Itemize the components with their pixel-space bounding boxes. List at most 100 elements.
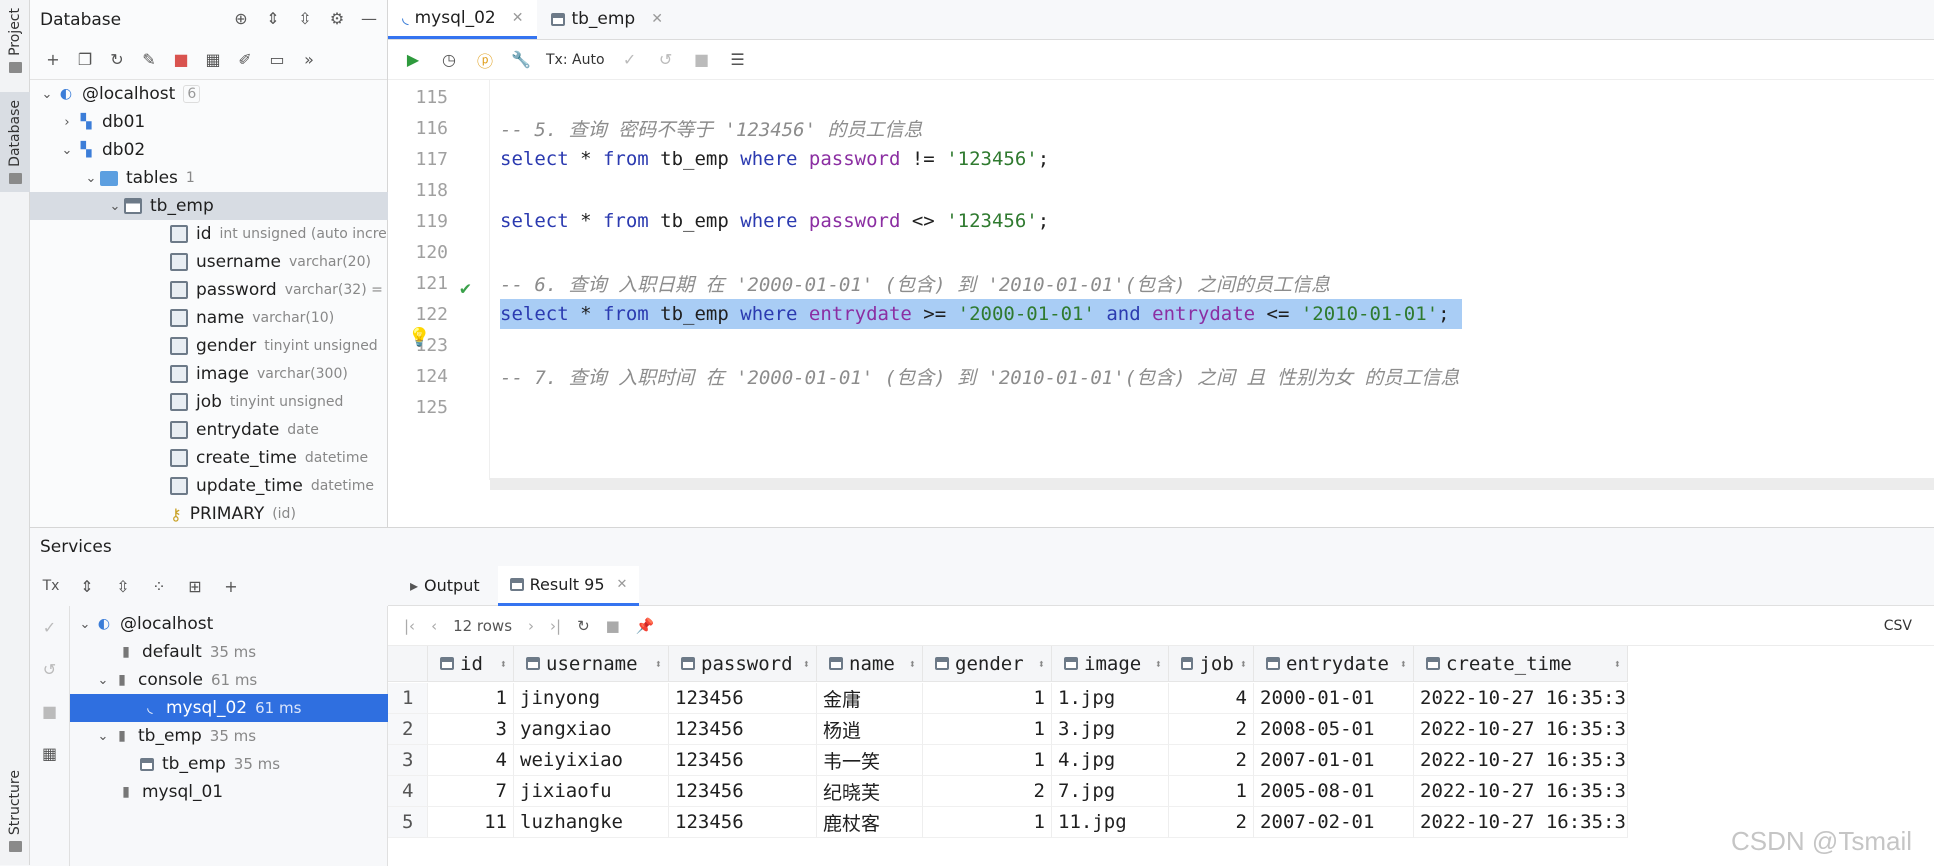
collapse-all-icon[interactable]: ⇳ <box>112 575 134 597</box>
cell-entrydate[interactable]: 2000-01-01 <box>1254 683 1414 714</box>
column-header-password[interactable]: password ⬍ <box>669 646 817 682</box>
cell-job[interactable]: 1 <box>1169 776 1254 807</box>
cell-create_time[interactable]: 2022-10-27 16:35:33 <box>1414 776 1628 807</box>
chevron-down-icon[interactable]: ⌄ <box>58 143 76 158</box>
sort-icon[interactable]: ⬍ <box>1614 657 1621 671</box>
cell-job[interactable]: 4 <box>1169 683 1254 714</box>
svc-console[interactable]: ⌄ ▮ console 61 ms <box>94 666 258 694</box>
cell-password[interactable]: 123456 <box>669 776 817 807</box>
cell-password[interactable]: 123456 <box>669 714 817 745</box>
close-icon[interactable]: ✕ <box>512 10 524 26</box>
rows-count-dropdown[interactable]: 12 rows <box>453 617 512 635</box>
history-icon[interactable]: ◷ <box>438 49 460 71</box>
cell-id[interactable]: 7 <box>428 776 514 807</box>
code-line[interactable]: -- 6. 查询 入职日期 在 '2000-01-01' (包含) 到 '201… <box>500 268 1330 298</box>
cell-id[interactable]: 4 <box>428 745 514 776</box>
stop-icon[interactable]: ■ <box>606 617 620 635</box>
row-number[interactable]: 5 <box>388 807 428 838</box>
cell-name[interactable]: 杨逍 <box>817 714 923 745</box>
code-line[interactable]: select * from tb_emp where password <> '… <box>500 206 1049 236</box>
expand-all-icon[interactable]: ⇕ <box>263 8 283 28</box>
sort-icon[interactable]: ⬍ <box>655 657 662 671</box>
collapse-all-icon[interactable]: ⇳ <box>295 8 315 28</box>
svc-mysql-01[interactable]: ▮ mysql_01 <box>116 778 223 806</box>
sort-icon[interactable]: ⬍ <box>1038 657 1045 671</box>
cell-entrydate[interactable]: 2008-05-01 <box>1254 714 1414 745</box>
cell-username[interactable]: jinyong <box>514 683 669 714</box>
close-icon[interactable]: ✕ <box>651 11 663 27</box>
cell-gender[interactable]: 1 <box>923 714 1052 745</box>
pin-icon[interactable]: 📌 <box>636 617 655 635</box>
add-icon[interactable]: + <box>220 575 242 597</box>
cell-entrydate[interactable]: 2007-01-01 <box>1254 745 1414 776</box>
tx-icon[interactable]: Tx <box>40 575 62 597</box>
svc-tb-emp[interactable]: ⌄ ▮ tb_emp 35 ms <box>94 722 257 750</box>
cell-image[interactable]: 7.jpg <box>1052 776 1169 807</box>
cell-image[interactable]: 3.jpg <box>1052 714 1169 745</box>
copy-icon[interactable]: ❐ <box>74 49 96 71</box>
column-header-entrydate[interactable]: entrydate ⬍ <box>1254 646 1414 682</box>
bulb-icon[interactable]: 💡 <box>408 327 430 348</box>
sort-icon[interactable]: ⬍ <box>909 657 916 671</box>
cell-password[interactable]: 123456 <box>669 683 817 714</box>
cell-gender[interactable]: 1 <box>923 745 1052 776</box>
cell-name[interactable]: 鹿杖客 <box>817 807 923 838</box>
column-header-id[interactable]: id ⬍ <box>428 646 514 682</box>
cell-gender[interactable]: 1 <box>923 807 1052 838</box>
cell-job[interactable]: 2 <box>1169 745 1254 776</box>
tree-column-create_time[interactable]: create_time datetime <box>170 444 368 472</box>
svc-mysql-02[interactable]: ◟ mysql_02 61 ms <box>70 694 388 722</box>
properties-icon[interactable]: ✎ <box>138 49 160 71</box>
chevron-down-icon[interactable]: ⌄ <box>94 729 112 744</box>
tree-column-gender[interactable]: gender tinyint unsigned <box>170 332 378 360</box>
tree-column-image[interactable]: image varchar(300) <box>170 360 348 388</box>
first-page-icon[interactable]: |‹ <box>404 617 415 635</box>
close-icon[interactable]: ✕ <box>617 577 628 592</box>
tab-result-95[interactable]: Result 95 ✕ <box>497 565 640 606</box>
database-tool-tab[interactable]: Database <box>0 92 30 192</box>
sort-icon[interactable]: ⬍ <box>803 657 810 671</box>
code-line[interactable]: -- 7. 查询 入职时间 在 '2000-01-01' (包含) 到 '201… <box>500 361 1459 391</box>
cell-entrydate[interactable]: 2005-08-01 <box>1254 776 1414 807</box>
row-number[interactable]: 4 <box>388 776 428 807</box>
wrench-icon[interactable]: 🔧 <box>510 49 532 71</box>
csv-export-dropdown[interactable]: CSV <box>1884 618 1912 634</box>
code-line[interactable]: -- 5. 查询 密码不等于 '123456' 的员工信息 <box>500 113 922 143</box>
sort-icon[interactable]: ⬍ <box>500 657 507 671</box>
group-icon[interactable]: ⁘ <box>148 575 170 597</box>
commit-icon[interactable]: ✓ <box>619 49 641 71</box>
code-line[interactable]: select * from tb_emp where entrydate >= … <box>500 299 1462 329</box>
chevron-down-icon[interactable]: ⌄ <box>38 87 56 102</box>
stop-icon[interactable]: ■ <box>170 49 192 71</box>
tree-db01[interactable]: › ▚ db01 <box>58 108 145 136</box>
svc-tb-emp-child[interactable]: tb_emp 35 ms <box>140 750 280 778</box>
refresh-icon[interactable]: ↻ <box>106 49 128 71</box>
refresh-icon[interactable]: ↻ <box>577 617 590 635</box>
tree-column-entrydate[interactable]: entrydate date <box>170 416 319 444</box>
cell-job[interactable]: 2 <box>1169 807 1254 838</box>
edit-icon[interactable]: ✐ <box>234 49 256 71</box>
gear-icon[interactable]: ⚙ <box>327 8 347 28</box>
svc-default[interactable]: ▮ default 35 ms <box>116 638 256 666</box>
cell-create_time[interactable]: 2022-10-27 16:35:33 <box>1414 714 1628 745</box>
rollback-icon[interactable]: ↺ <box>655 49 677 71</box>
execute-icon[interactable]: ▶ <box>402 49 424 71</box>
cell-name[interactable]: 金庸 <box>817 683 923 714</box>
cell-gender[interactable]: 1 <box>923 683 1052 714</box>
profile-icon[interactable]: ⓟ <box>474 49 496 71</box>
cell-username[interactable]: weiyixiao <box>514 745 669 776</box>
tree-column-name[interactable]: name varchar(10) <box>170 304 334 332</box>
cell-create_time[interactable]: 2022-10-27 16:35:33 <box>1414 745 1628 776</box>
cell-create_time[interactable]: 2022-10-27 16:35:33 <box>1414 807 1628 838</box>
locate-icon[interactable]: ⊕ <box>231 8 251 28</box>
sort-icon[interactable]: ⬍ <box>1240 657 1247 671</box>
cell-password[interactable]: 123456 <box>669 745 817 776</box>
project-tool-tab[interactable]: Project <box>0 8 30 73</box>
more-icon[interactable]: » <box>298 49 320 71</box>
cell-gender[interactable]: 2 <box>923 776 1052 807</box>
cell-id[interactable]: 3 <box>428 714 514 745</box>
cell-name[interactable]: 韦一笑 <box>817 745 923 776</box>
column-header-name[interactable]: name ⬍ <box>817 646 923 682</box>
tree-db02[interactable]: ⌄ ▚ db02 <box>58 136 146 164</box>
structure-tool-tab[interactable]: Structure <box>0 770 30 853</box>
